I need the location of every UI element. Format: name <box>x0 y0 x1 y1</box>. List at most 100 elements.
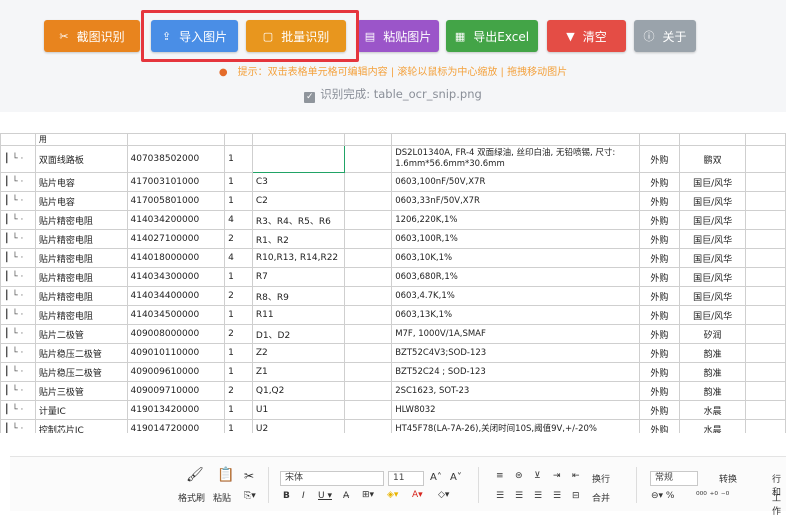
table-cell[interactable] <box>251 145 345 173</box>
table-cell[interactable]: R8、R9 <box>251 286 345 306</box>
table-cell[interactable]: 国巨/风华 <box>678 172 747 192</box>
table-cell[interactable] <box>745 362 786 382</box>
table-cell[interactable] <box>745 343 786 363</box>
table-cell[interactable]: ┃ └ · <box>0 267 36 287</box>
table-cell[interactable]: HT45F78(LA-7A-26),关闭时间10S,阈值9V,+/-20% <box>391 419 641 433</box>
table-cell[interactable]: 鹏双 <box>678 145 747 173</box>
table-cell[interactable]: 2 <box>224 324 253 344</box>
table-cell[interactable]: 419013420000 <box>126 400 226 420</box>
table-cell[interactable]: 韵准 <box>678 362 747 382</box>
format-painter-icon[interactable]: 🖌 <box>186 467 204 483</box>
table-cell[interactable]: 1 <box>224 172 253 192</box>
table-cell[interactable] <box>224 133 253 146</box>
table-cell[interactable] <box>745 324 786 344</box>
font-grow-icon[interactable]: A˄ <box>430 472 442 483</box>
copy-icon[interactable]: ⎘▾ <box>244 491 256 501</box>
table-cell[interactable]: 414034400000 <box>126 286 226 306</box>
table-cell[interactable]: 409008000000 <box>126 324 226 344</box>
table-cell[interactable] <box>745 419 786 433</box>
table-cell[interactable]: 414034200000 <box>126 210 226 230</box>
table-cell[interactable]: 韵准 <box>678 343 747 363</box>
paste-icon[interactable]: 📋 <box>217 467 234 483</box>
table-cell[interactable]: 国巨/风华 <box>678 248 747 268</box>
table-cell[interactable] <box>745 248 786 268</box>
table-cell[interactable]: ┃ └ · <box>0 419 36 433</box>
table-cell[interactable]: 1 <box>224 145 253 173</box>
table-cell[interactable]: R3、R4、R5、R6 <box>251 210 345 230</box>
table-cell[interactable]: 4 <box>224 210 253 230</box>
table-cell[interactable]: 1 <box>224 419 253 433</box>
table-cell[interactable]: 0603,10K,1% <box>391 248 641 268</box>
table-cell[interactable]: DS2L01340A, FR-4 双面绿油, 丝印白油, 无铅喷锡, 尺寸: 1… <box>391 145 641 173</box>
number-format-select[interactable]: 常规 <box>650 471 698 486</box>
table-cell[interactable]: HLW8032 <box>391 400 641 420</box>
table-cell[interactable]: 414034500000 <box>126 305 226 325</box>
currency-icon[interactable]: ⊖▾ % <box>651 491 674 501</box>
table-cell[interactable]: 外购 <box>639 305 680 325</box>
font-shrink-icon[interactable]: A˅ <box>450 472 462 483</box>
table-cell[interactable]: 409009610000 <box>126 362 226 382</box>
table-cell[interactable]: 外购 <box>639 145 680 173</box>
table-cell[interactable]: 外购 <box>639 324 680 344</box>
table-cell[interactable] <box>343 145 393 173</box>
table-cell[interactable]: BZT52C24 ; SOD-123 <box>391 362 641 382</box>
table-cell[interactable]: 外购 <box>639 419 680 433</box>
table-cell[interactable]: Z1 <box>251 362 345 382</box>
table-cell[interactable] <box>343 400 393 420</box>
table-cell[interactable]: 1 <box>224 305 253 325</box>
align-bottom-icon[interactable]: ⊻ <box>534 471 541 481</box>
table-cell[interactable] <box>745 305 786 325</box>
table-cell[interactable]: ┃ └ · <box>0 172 36 192</box>
worksheet-label[interactable]: 工作 <box>772 491 786 517</box>
table-cell[interactable]: ┃ └ · <box>0 305 36 325</box>
font-name-select[interactable]: 宋体 <box>280 471 384 486</box>
justify-icon[interactable]: ☰ <box>553 491 561 501</box>
table-cell[interactable] <box>343 248 393 268</box>
wrap-label[interactable]: 换行 <box>592 472 610 485</box>
distribute-icon[interactable]: ⊟ <box>572 491 580 501</box>
table-cell[interactable]: ┃ └ · <box>0 381 36 401</box>
table-cell[interactable]: 贴片稳压二极管 <box>34 343 128 363</box>
table-cell[interactable]: 1206,220K,1% <box>391 210 641 230</box>
table-cell[interactable]: 水晨 <box>678 400 747 420</box>
table-cell[interactable] <box>391 133 641 146</box>
about-button[interactable]: ⓘ 关于 <box>634 20 696 52</box>
table-cell[interactable]: 国巨/风华 <box>678 267 747 287</box>
convert-label[interactable]: 转换 <box>719 472 737 485</box>
table-cell[interactable] <box>343 419 393 433</box>
merge-label[interactable]: 合并 <box>592 491 610 504</box>
table-cell[interactable] <box>0 133 36 146</box>
table-cell[interactable]: R10,R13, R14,R22 <box>251 248 345 268</box>
table-cell[interactable]: R11 <box>251 305 345 325</box>
table-cell[interactable]: 双面线路板 <box>34 145 128 173</box>
table-cell[interactable] <box>745 191 786 211</box>
thousands-icon[interactable]: ⁰⁰⁰ ⁺⁰ ⁻⁰ <box>696 491 729 501</box>
table-cell[interactable]: U2 <box>251 419 345 433</box>
table-cell[interactable]: 外购 <box>639 248 680 268</box>
table-cell[interactable]: 外购 <box>639 172 680 192</box>
table-cell[interactable]: Q1,Q2 <box>251 381 345 401</box>
table-cell[interactable]: Z2 <box>251 343 345 363</box>
table-cell[interactable]: 贴片精密电阻 <box>34 229 128 249</box>
clear-button[interactable]: ▼ 清空 <box>547 20 626 52</box>
table-cell[interactable]: 矽润 <box>678 324 747 344</box>
paste-label[interactable]: 粘贴 <box>213 491 231 504</box>
table-cell[interactable]: 国巨/风华 <box>678 210 747 230</box>
underline-icon[interactable]: U ▾ <box>318 491 332 501</box>
table-cell[interactable]: 0603,13K,1% <box>391 305 641 325</box>
table-cell[interactable] <box>745 210 786 230</box>
table-cell[interactable]: ┃ └ · <box>0 248 36 268</box>
table-cell[interactable]: 外购 <box>639 229 680 249</box>
table-cell[interactable]: 2 <box>224 286 253 306</box>
align-left-icon[interactable]: ☰ <box>496 491 504 501</box>
table-cell[interactable] <box>745 381 786 401</box>
table-cell[interactable]: 贴片精密电阻 <box>34 248 128 268</box>
table-cell[interactable] <box>343 343 393 363</box>
table-cell[interactable]: 计量IC <box>34 400 128 420</box>
table-cell[interactable] <box>126 133 226 146</box>
table-cell[interactable] <box>678 133 747 146</box>
table-cell[interactable] <box>745 172 786 192</box>
table-cell[interactable]: 0603,100R,1% <box>391 229 641 249</box>
font-size-select[interactable]: 11 <box>388 471 424 486</box>
table-cell[interactable]: 贴片三极管 <box>34 381 128 401</box>
